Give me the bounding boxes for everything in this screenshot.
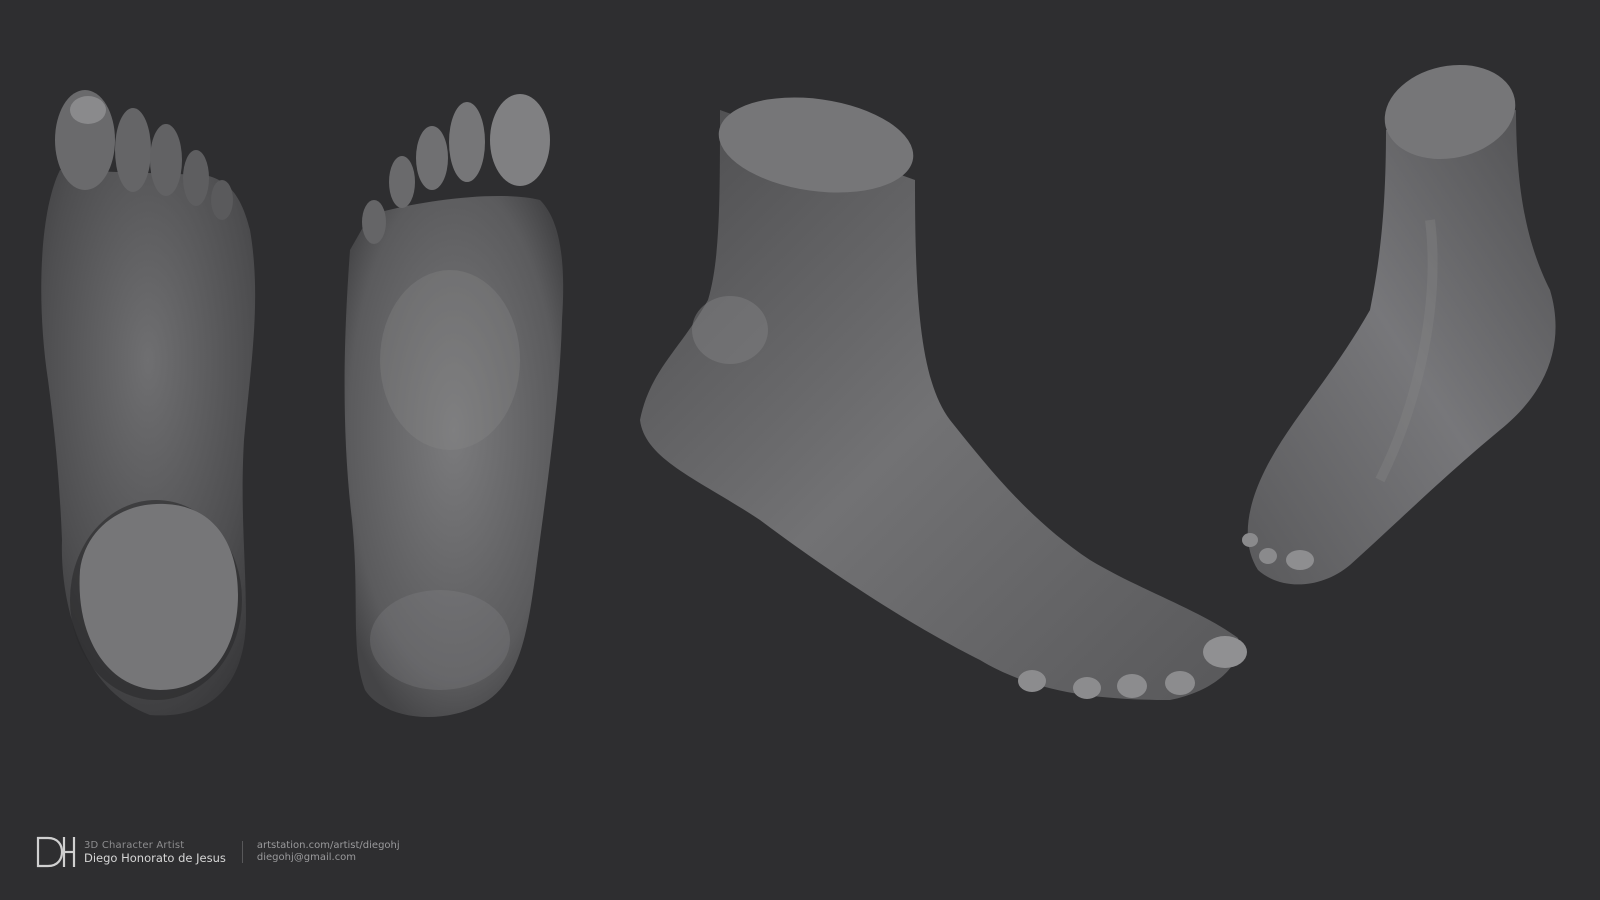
portfolio-canvas: 3D Character Artist Diego Honorato de Je… [0, 0, 1600, 900]
artist-name: Diego Honorato de Jesus [84, 851, 226, 865]
front-view-body [1247, 110, 1556, 585]
artist-info: 3D Character Artist Diego Honorato de Je… [84, 839, 226, 865]
website-link[interactable]: artstation.com/artist/diegohj [257, 840, 400, 852]
artist-signature: 3D Character Artist Diego Honorato de Je… [34, 832, 400, 872]
side-view-body [640, 110, 1240, 700]
contact-info: artstation.com/artist/diegohj diegohj@gm… [257, 840, 400, 864]
footer-divider [241, 841, 243, 863]
dh-logo-icon [36, 836, 76, 868]
email-link[interactable]: diegohj@gmail.com [257, 852, 400, 864]
